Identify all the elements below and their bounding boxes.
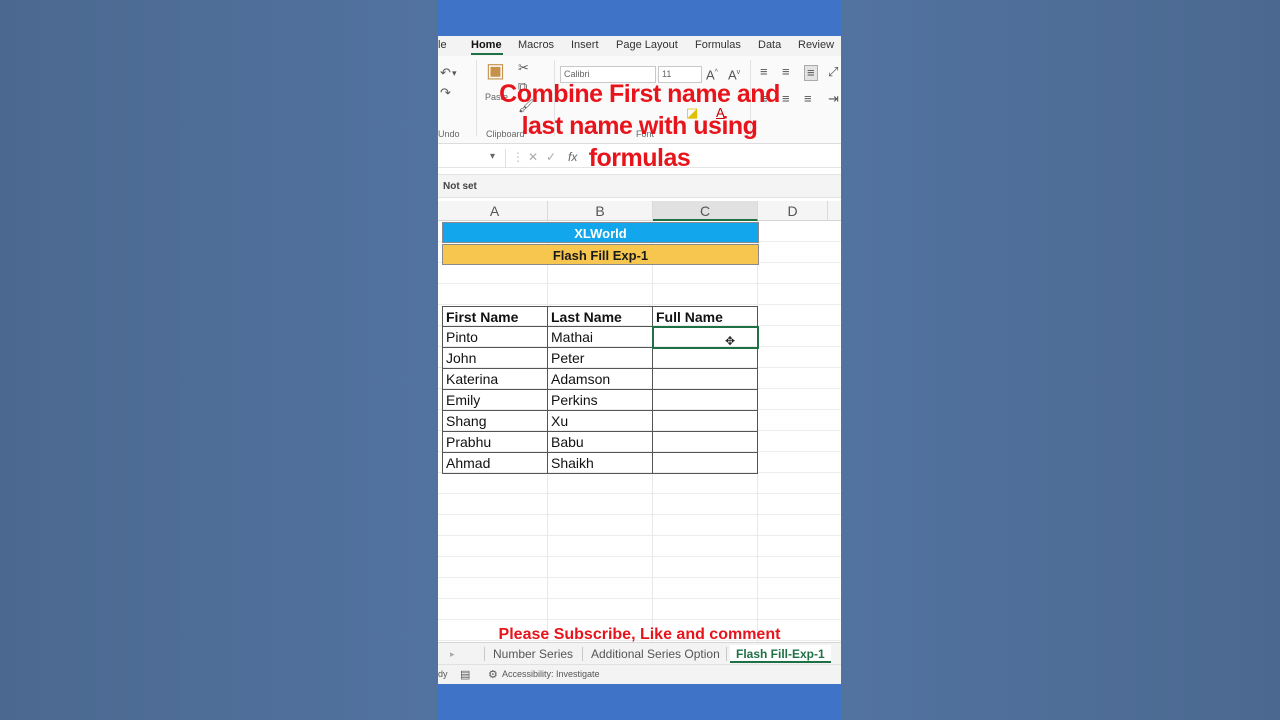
sheet-subtitle[interactable]: Flash Fill Exp-1 [442, 244, 759, 265]
column-header-d[interactable]: D [758, 201, 828, 221]
table-row: Ahmad Shaikh [442, 453, 759, 474]
cell-full-name[interactable] [653, 348, 758, 369]
subscribe-overlay: Please Subscribe, Like and comment [498, 626, 781, 643]
cell-full-name[interactable] [653, 411, 758, 432]
sheet-tabs: ▸ Number Series Additional Series Option… [438, 642, 841, 664]
ribbon-tabs: le Home Macros Insert Page Layout Formul… [438, 36, 841, 56]
title-line-2: last name with using [521, 112, 758, 140]
cell-last-name[interactable]: Perkins [548, 390, 653, 411]
tab-formulas[interactable]: Formulas [695, 39, 741, 51]
table-row: Katerina Adamson [442, 369, 759, 390]
cell-first-name[interactable]: Pinto [442, 327, 548, 348]
tab-separator [484, 647, 485, 661]
cell-first-name[interactable]: Shang [442, 411, 548, 432]
active-tab-indicator [471, 53, 503, 55]
tab-insert[interactable]: Insert [571, 39, 599, 51]
cell-last-name[interactable]: Mathai [548, 327, 653, 348]
table-header-row: First Name Last Name Full Name [442, 306, 759, 327]
cell-last-name[interactable]: Shaikh [548, 453, 653, 474]
cell-first-name[interactable]: Prabhu [442, 432, 548, 453]
cell-full-name-active[interactable] [652, 326, 759, 349]
background-left [0, 0, 438, 720]
table-row: Shang Xu [442, 411, 759, 432]
orientation-icon[interactable]: ⤢ [828, 65, 838, 79]
cell-last-name[interactable]: Peter [548, 348, 653, 369]
video-frame: le Home Macros Insert Page Layout Formul… [438, 0, 841, 720]
sheet-tab-additional-series-option[interactable]: Additional Series Option [591, 645, 720, 663]
cell-last-name[interactable]: Adamson [548, 369, 653, 390]
header-first-name[interactable]: First Name [442, 306, 548, 327]
tab-home[interactable]: Home [471, 39, 502, 51]
tab-review[interactable]: Review [798, 39, 834, 51]
cut-icon[interactable]: ✂ [518, 61, 529, 75]
align-middle-icon[interactable]: ≡ [782, 65, 790, 79]
cell-last-name[interactable]: Xu [548, 411, 653, 432]
column-header-b[interactable]: B [548, 201, 653, 221]
table-row: Prabhu Babu [442, 432, 759, 453]
tab-page-layout[interactable]: Page Layout [616, 39, 678, 51]
sheet-tab-number-series[interactable]: Number Series [493, 645, 573, 663]
tab-macros[interactable]: Macros [518, 39, 554, 51]
cell-full-name[interactable] [653, 453, 758, 474]
header-full-name[interactable]: Full Name [653, 306, 758, 327]
video-title-overlay: Combine First name and last name with us… [438, 78, 841, 174]
align-top-icon[interactable]: ≡ [760, 65, 768, 79]
table-row: Pinto Mathai [442, 326, 759, 349]
cell-first-name[interactable]: John [442, 348, 548, 369]
ready-status: dy [438, 669, 448, 679]
status-bar: dy ▤ ⚙ Accessibility: Investigate [438, 664, 841, 684]
accessibility-status[interactable]: Accessibility: Investigate [502, 669, 600, 679]
tab-scroll-icon[interactable]: ▸ [450, 645, 455, 663]
tab-file[interactable]: le [438, 39, 447, 51]
paste-icon[interactable]: ▣ [486, 61, 505, 81]
tab-separator [582, 647, 583, 661]
column-header-a[interactable]: A [442, 201, 548, 221]
cell-first-name[interactable]: Ahmad [442, 453, 548, 474]
background-right [841, 0, 1280, 720]
table-row: John Peter [442, 348, 759, 369]
cell-full-name[interactable] [653, 369, 758, 390]
macro-record-icon[interactable]: ▤ [460, 668, 470, 681]
header-last-name[interactable]: Last Name [548, 306, 653, 327]
cell-first-name[interactable]: Emily [442, 390, 548, 411]
column-header-c[interactable]: C [653, 201, 758, 221]
sheet-tab-flash-fill-exp-1[interactable]: Flash Fill-Exp-1 [730, 645, 831, 663]
cell-full-name[interactable] [653, 390, 758, 411]
table-row: Emily Perkins [442, 390, 759, 411]
sheet-title[interactable]: XLWorld [442, 222, 759, 243]
column-headers: A B C D [438, 201, 841, 221]
title-line-1: Combine First name and [499, 80, 780, 108]
tab-separator [726, 647, 727, 661]
title-line-3: formulas [588, 144, 691, 172]
sensitivity-label: Not set [443, 181, 477, 192]
cell-cursor-icon: ✥ [725, 334, 736, 348]
cell-full-name[interactable] [653, 432, 758, 453]
cell-last-name[interactable]: Babu [548, 432, 653, 453]
cell-first-name[interactable]: Katerina [442, 369, 548, 390]
tab-data[interactable]: Data [758, 39, 781, 51]
accessibility-icon[interactable]: ⚙ [488, 668, 498, 681]
sensitivity-bar: Not set [438, 174, 841, 198]
